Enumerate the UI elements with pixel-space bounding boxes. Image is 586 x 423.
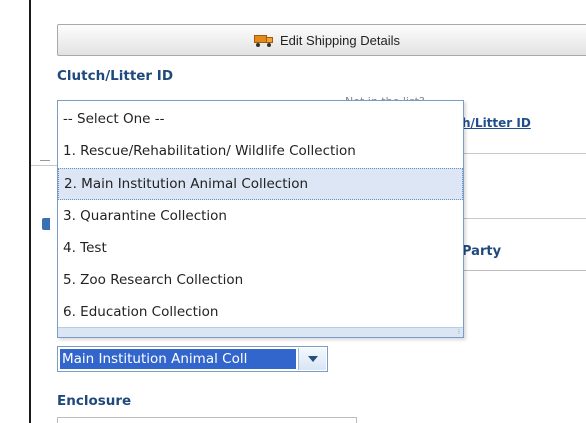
dropdown-option[interactable]: 3. Quarantine Collection [58, 200, 463, 232]
chevron-down-icon [307, 356, 318, 362]
add-clutch-litter-id-link[interactable]: h/Litter ID [462, 116, 531, 130]
resize-grip[interactable]: ⁝ [58, 327, 463, 337]
edit-shipping-details-label: Edit Shipping Details [280, 32, 400, 48]
divider [460, 153, 586, 154]
dropdown-option[interactable]: 5. Zoo Research Collection [58, 264, 463, 296]
section-expander-icon[interactable] [42, 218, 50, 230]
dropdown-option[interactable]: 4. Test [58, 232, 463, 264]
divider [31, 165, 57, 166]
panel-border [29, 0, 31, 423]
divider [460, 218, 586, 219]
divider [460, 270, 586, 271]
clutch-litter-id-label: Clutch/Litter ID [57, 68, 174, 84]
dropdown-option[interactable]: 6. Education Collection [58, 296, 463, 328]
form-panel: Edit Shipping Details Clutch/Litter ID N… [0, 0, 586, 423]
collection-select-value[interactable]: Main Institution Animal Coll [60, 349, 296, 369]
enclosure-label: Enclosure [57, 393, 132, 409]
dropdown-option-highlighted[interactable]: 2. Main Institution Animal Collection [58, 168, 463, 200]
dropdown-option[interactable]: 1. Rescue/Rehabilitation/ Wildlife Colle… [58, 135, 463, 167]
resize-grip-icon: ⁝ [457, 328, 460, 336]
dropdown-toggle-button[interactable] [298, 348, 326, 370]
enclosure-select[interactable] [57, 417, 357, 423]
collection-select[interactable]: Main Institution Animal Coll [57, 346, 328, 372]
collection-dropdown-list[interactable]: -- Select One -- 1. Rescue/Rehabilitatio… [57, 100, 464, 338]
dropdown-option[interactable]: -- Select One -- [58, 103, 463, 135]
party-label: Party [462, 244, 502, 259]
truck-icon [254, 34, 274, 47]
edit-shipping-details-button[interactable]: Edit Shipping Details [57, 24, 586, 56]
